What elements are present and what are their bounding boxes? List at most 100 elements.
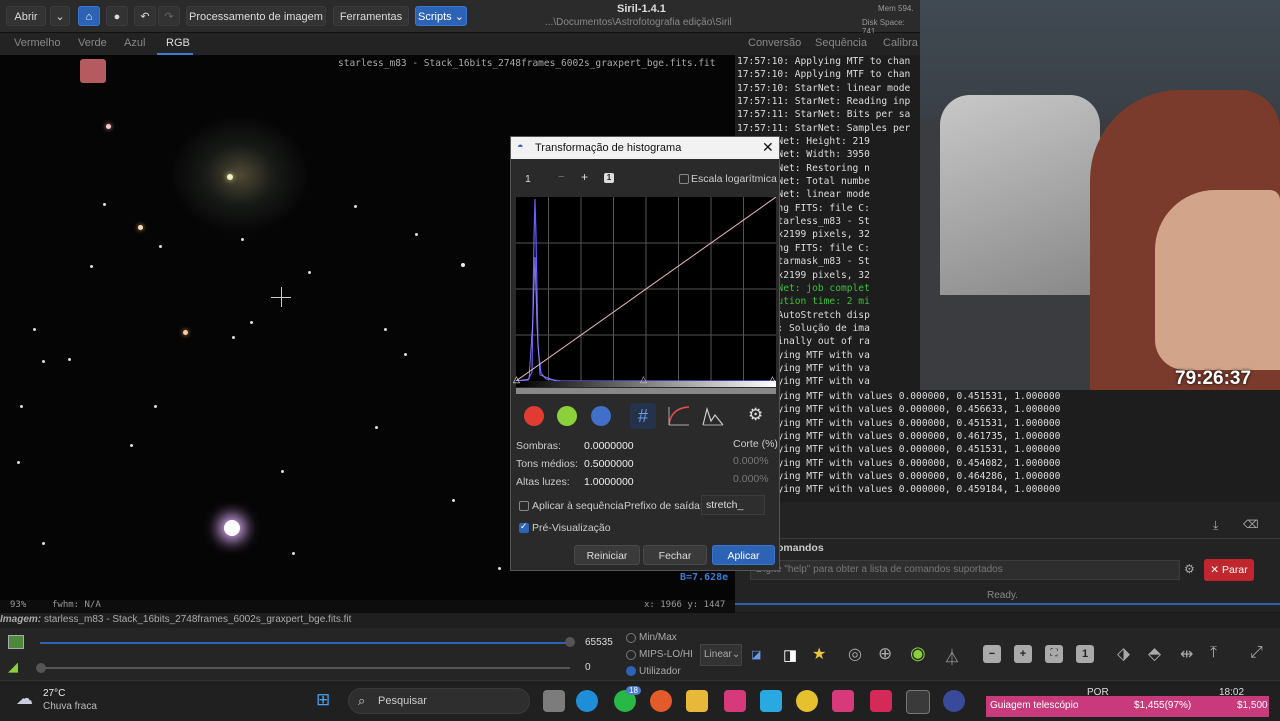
zoom-out-icon[interactable]: − — [983, 645, 1001, 663]
fits-viewer-icon[interactable] — [870, 690, 892, 712]
divider — [735, 538, 1280, 539]
slider-min-value[interactable]: 0 — [585, 662, 591, 673]
close-button[interactable]: Fechar — [643, 545, 707, 565]
open-dropdown-button[interactable]: ⌄ — [50, 6, 70, 26]
app-icon-pink-2[interactable] — [832, 690, 854, 712]
tools-menu[interactable]: Ferramentas ⌄ — [333, 6, 409, 43]
autostretch-icon[interactable]: ⚙ — [748, 405, 763, 425]
scale-select[interactable]: Linear⌄ — [700, 644, 742, 666]
stop-button[interactable]: ✕ Parar — [1204, 559, 1254, 581]
histogram-graph[interactable] — [515, 196, 777, 382]
min-slider-handle[interactable] — [36, 663, 46, 673]
star-icon[interactable]: ★ — [812, 644, 826, 664]
office-icon[interactable] — [650, 690, 672, 712]
min-slider-track[interactable] — [40, 667, 570, 669]
highlights-handle[interactable]: △ — [769, 374, 776, 385]
tab-calibration[interactable]: Calibra — [883, 37, 918, 49]
memory-usage: Mem 594. — [878, 4, 914, 13]
chrome-icon[interactable] — [796, 690, 818, 712]
minmax-radio[interactable] — [626, 633, 636, 643]
palette-icon[interactable]: ◪ — [751, 648, 761, 661]
zoom-level: 93% — [10, 600, 27, 610]
tab-rgb[interactable]: RGB — [166, 37, 190, 49]
max-slider-track[interactable] — [40, 642, 570, 644]
slider-max-value[interactable]: 65535 — [585, 637, 613, 648]
tab-conversion[interactable]: Conversão — [748, 37, 801, 49]
star — [404, 353, 407, 356]
snapshot-icon[interactable] — [80, 59, 106, 83]
task-view-icon[interactable] — [543, 690, 565, 712]
open-button[interactable]: Abrir — [6, 6, 46, 26]
highlights-value[interactable]: 1.0000000 — [584, 476, 634, 488]
star — [20, 405, 23, 408]
display-icon[interactable] — [8, 635, 24, 649]
zoom-fit-badge[interactable]: 1 — [604, 173, 614, 183]
zoom-one-icon[interactable]: 1 — [1076, 645, 1094, 663]
tab-green[interactable]: Verde — [78, 37, 107, 49]
midtones-value[interactable]: 0.5000000 — [584, 458, 634, 470]
taskbar-search[interactable]: ⌕ Pesquisar — [348, 688, 530, 714]
rotate-right-icon[interactable]: ⬘ — [1148, 644, 1161, 664]
donation-ticker: Guiagem telescópio $1,455(97%) $1,500 — [986, 696, 1269, 717]
tab-blue[interactable]: Azul — [124, 37, 145, 49]
app-icon-pink[interactable] — [724, 690, 746, 712]
clear-log-icon[interactable]: ⌫ — [1243, 518, 1259, 531]
zoom-plus-button[interactable]: + — [581, 170, 588, 184]
mirror-x-icon[interactable]: ⇹ — [1180, 644, 1193, 664]
red-channel-toggle[interactable] — [524, 406, 544, 426]
tab-sequence[interactable]: Sequência — [815, 37, 867, 49]
zoom-minus-button[interactable]: − — [558, 171, 564, 183]
siril-icon[interactable] — [943, 690, 965, 712]
record-button[interactable]: ● — [106, 6, 128, 26]
shadows-handle[interactable]: △ — [513, 374, 520, 385]
close-icon[interactable]: ✕ — [762, 139, 774, 156]
target-icon[interactable]: ◉ — [910, 643, 926, 664]
image-name: starless_m83 - Stack_16bits_2748frames_6… — [44, 614, 352, 625]
apply-button[interactable]: Aplicar — [712, 545, 775, 565]
negative-icon[interactable]: ◨ — [783, 646, 797, 664]
annotate-icon[interactable]: ◎ — [848, 644, 862, 664]
green-channel-toggle[interactable] — [557, 406, 577, 426]
terminal-icon[interactable] — [906, 690, 930, 714]
grid-toggle-icon[interactable]: # — [630, 403, 656, 429]
user-radio[interactable] — [626, 666, 636, 676]
command-input[interactable]: Digite "help" para obter a lista de coma… — [750, 560, 1180, 580]
blue-channel-toggle[interactable] — [591, 406, 611, 426]
reset-button[interactable]: Reiniciar — [574, 545, 640, 565]
app-icon-blue[interactable] — [760, 690, 782, 712]
mips-radio[interactable] — [626, 650, 636, 660]
windows-start-icon[interactable]: ⊞ — [316, 690, 330, 710]
output-prefix-input[interactable]: stretch_ — [701, 495, 765, 515]
color-icon[interactable]: ◢ — [8, 659, 18, 675]
fullscreen-icon[interactable]: ⤢ — [1250, 644, 1263, 662]
image-processing-menu[interactable]: Processamento de imagem ⌄ — [186, 6, 326, 43]
log-scale-checkbox[interactable] — [679, 174, 689, 184]
file-explorer-icon[interactable] — [686, 690, 708, 712]
zoom-in-icon[interactable]: + — [1014, 645, 1032, 663]
bottom-toolbar: ◢ 65535 0 Min/Max MIPS-LO/HI Utilizador … — [0, 628, 1280, 680]
edge-icon[interactable] — [576, 690, 598, 712]
home-button[interactable]: ⌂ — [78, 6, 100, 26]
midtones-handle[interactable]: △ — [640, 374, 647, 385]
redo-button[interactable]: ↷ — [158, 6, 180, 26]
home-icon: ⌂ — [85, 11, 93, 23]
tab-red[interactable]: Vermelho — [14, 37, 60, 49]
settings-icon[interactable]: ⚙ — [1184, 562, 1195, 576]
mirror-y-icon[interactable]: ⤒ — [1210, 644, 1217, 662]
zoom-fit-icon[interactable]: ⛶ — [1045, 645, 1063, 663]
histogram-toggle-icon[interactable] — [701, 405, 725, 427]
rotate-left-icon[interactable]: ⬗ — [1117, 644, 1130, 664]
scale-select-label: Linear — [704, 649, 732, 660]
curve-toggle-icon[interactable] — [667, 405, 691, 427]
apply-sequence-checkbox[interactable] — [519, 501, 529, 511]
shadows-value[interactable]: 0.0000000 — [584, 440, 634, 452]
download-icon[interactable]: ⤓ — [1213, 518, 1218, 533]
max-slider-handle[interactable] — [565, 637, 575, 647]
scripts-menu[interactable]: Scripts ⌄ — [415, 6, 467, 26]
preview-checkbox[interactable]: ✓ — [519, 521, 529, 533]
undo-button[interactable]: ↶ — [134, 6, 156, 26]
snr-icon[interactable]: ⏃ — [944, 644, 960, 668]
zoom-value[interactable]: 1 — [525, 173, 531, 185]
globe-icon[interactable]: ⊕ — [878, 644, 892, 664]
weather-icon[interactable]: ☁ — [16, 689, 33, 709]
